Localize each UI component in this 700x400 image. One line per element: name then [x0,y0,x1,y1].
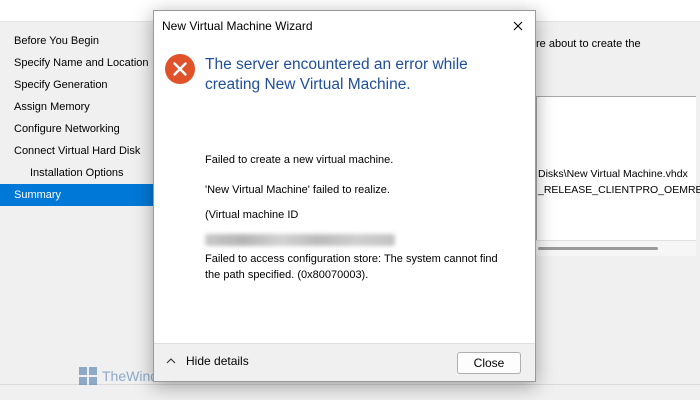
step-assign-memory[interactable]: Assign Memory [0,96,155,118]
detail-failed-realize: 'New Virtual Machine' failed to realize. [205,184,390,196]
detail-failed-create: Failed to create a new virtual machine. [205,154,394,166]
step-specify-name-and-location[interactable]: Specify Name and Location [0,52,155,74]
summary-line-install-media: _RELEASE_CLIENTPRO_OEMRE [538,184,700,196]
scrollbar-thumb[interactable] [538,247,658,250]
close-icon [513,21,523,31]
windows-club-logo-icon [79,367,97,385]
summary-intro-text: re about to create the [536,38,641,50]
step-installation-options[interactable]: Installation Options [0,162,155,184]
hide-details-label: Hide details [186,354,249,368]
close-button[interactable]: Close [457,352,521,374]
detail-vm-id-label: (Virtual machine ID [205,209,299,221]
step-configure-networking[interactable]: Configure Networking [0,118,155,140]
step-before-you-begin[interactable]: Before You Begin [0,30,155,52]
error-icon [165,54,195,84]
redacted-vm-id [205,234,395,246]
step-summary[interactable]: Summary [0,184,155,206]
dialog-close-button[interactable] [507,15,529,37]
error-dialog: New Virtual Machine Wizard The server en… [153,10,536,382]
dialog-body: The server encountered an error while cr… [154,41,535,345]
hide-details-toggle[interactable]: Hide details [166,354,249,368]
summary-line-vhd-path: Disks\New Virtual Machine.vhdx [538,168,688,180]
detail-config-store-error: Failed to access configuration store: Th… [205,253,498,281]
error-heading: The server encountered an error while cr… [205,56,468,93]
chevron-up-icon [166,358,176,364]
wizard-step-list: Before You Begin Specify Name and Locati… [0,30,155,360]
dialog-title: New Virtual Machine Wizard [162,19,313,33]
summary-horizontal-scrollbar[interactable] [536,240,696,256]
step-specify-generation[interactable]: Specify Generation [0,74,155,96]
dialog-footer: Hide details Close [154,343,535,381]
step-connect-virtual-hard-disk[interactable]: Connect Virtual Hard Disk [0,140,155,162]
dialog-titlebar[interactable]: New Virtual Machine Wizard [154,11,535,41]
